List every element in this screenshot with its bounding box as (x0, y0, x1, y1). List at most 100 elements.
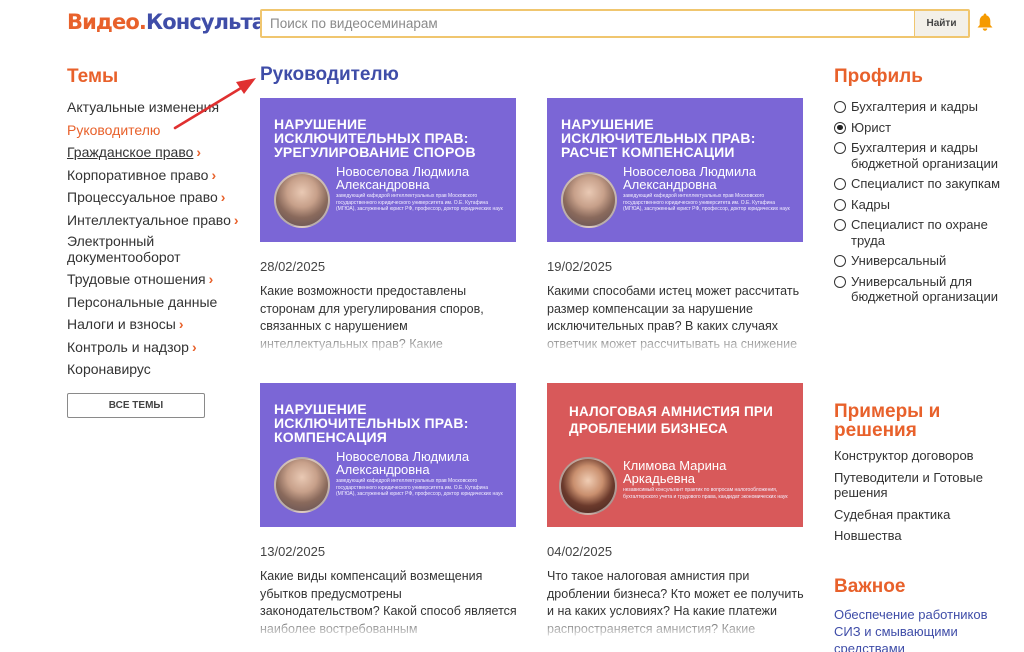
seminar-date: 28/02/2025 (260, 259, 326, 274)
topic-intellectual-law[interactable]: Интеллектуальное право › (67, 209, 257, 232)
section-title: Руководителю (260, 64, 399, 85)
radio-button[interactable] (834, 101, 846, 113)
seminar-description[interactable]: Какие возможности предоставлены сторонам… (260, 283, 518, 355)
topic-label: Интеллектуальное право (67, 211, 231, 228)
logo-part-video: Видео. (67, 10, 147, 34)
radio-button[interactable] (834, 198, 846, 211)
topic-label: Электронный документооборот (67, 233, 181, 265)
radio-button-checked[interactable] (834, 121, 846, 134)
topic-label: Трудовые отношения (67, 271, 206, 287)
seminar-description[interactable]: Что такое налоговая амнистия при дроблен… (547, 568, 805, 640)
radio-button[interactable] (834, 275, 846, 288)
radio-button[interactable] (834, 219, 846, 231)
topic-coronavirus[interactable]: Коронавирус (67, 358, 257, 381)
topic-label: Процессуальное право (67, 189, 218, 205)
speaker-photo (559, 457, 617, 515)
topic-label: Руководителю (67, 121, 161, 138)
profile-radio-group: Бухгалтерия и кадры Юрист Бухгалтерия и … (834, 97, 1004, 308)
topic-control[interactable]: Контроль и надзор › (67, 336, 257, 359)
speaker-name: Новоселова Людмила Александровна (336, 449, 470, 477)
speaker-name: Новоселова Людмила Александровна (623, 164, 757, 192)
profile-option[interactable]: Бухгалтерия и кадры (834, 97, 1004, 118)
profile-option[interactable]: Бухгалтерия и кадры бюджетной организаци… (834, 138, 1004, 174)
topic-label: Контроль и надзор (67, 338, 189, 355)
topic-labor-relations[interactable]: Трудовые отношения › (67, 268, 257, 291)
speaker-photo (274, 457, 330, 513)
seminar-date: 04/02/2025 (547, 544, 613, 559)
topic-edo[interactable]: Электронный документооборот (67, 231, 247, 268)
speaker-name: Климова Марина Аркадьевна (623, 458, 727, 486)
profile-option-label: Специалист по охране труда (851, 217, 988, 248)
topic-taxes[interactable]: Налоги и взносы › (67, 313, 257, 336)
examples-list: Конструктор договоров Путеводители и Гот… (834, 445, 1004, 547)
examples-title: Примеры и решения (834, 401, 941, 441)
seminar-card: Налоговая амнистия при дроблении бизнеса… (547, 383, 805, 640)
speaker-description: независимый консультант практик по вопро… (623, 487, 788, 500)
profile-option-label: Бухгалтерия и кадры (851, 99, 978, 114)
chevron-right-icon: › (220, 189, 226, 205)
profile-option-label: Юрист (851, 119, 892, 135)
seminar-description[interactable]: Какие виды компенсаций возмещения убытко… (260, 568, 518, 640)
seminar-banner[interactable]: Нарушение исключительных прав: урегулиро… (260, 98, 516, 242)
profile-option-label: Бухгалтерия и кадры бюджетной организаци… (851, 140, 998, 171)
example-link[interactable]: Конструктор договоров (834, 445, 1004, 467)
logo[interactable]: Видео.Консультант (67, 10, 291, 34)
header: Видео.Консультант Найти (0, 0, 1024, 46)
speaker-description: заведующий кафедрой интеллектуальных пра… (623, 193, 790, 212)
seminar-card: Нарушение исключительных прав: урегулиро… (260, 98, 518, 355)
speaker-description: заведующий кафедрой интеллектуальных пра… (336, 193, 503, 212)
important-link[interactable]: Обеспечение работников СИЗ и смывающими … (834, 606, 1009, 652)
themes-title: Темы (67, 66, 119, 87)
topic-personal-data[interactable]: Персональные данные (67, 291, 257, 314)
profile-option[interactable]: Универсальный (834, 251, 1004, 272)
chevron-right-icon: › (178, 316, 184, 332)
chevron-right-icon: › (191, 338, 197, 355)
topic-label: Персональные данные (67, 293, 218, 310)
topic-label: Гражданское право (67, 144, 194, 160)
banner-title: Нарушение исключительных прав: расчет ко… (561, 116, 756, 160)
example-link[interactable]: Путеводители и Готовые решения (834, 467, 1004, 504)
radio-button[interactable] (834, 142, 846, 154)
topic-procedural-law[interactable]: Процессуальное право › (67, 186, 257, 209)
search-input[interactable] (262, 11, 914, 36)
banner-title: Налоговая амнистия при дроблении бизнеса (569, 404, 773, 436)
important-list: Обеспечение работников СИЗ и смывающими … (834, 606, 1009, 652)
chevron-right-icon: › (208, 271, 214, 287)
seminar-banner[interactable]: Налоговая амнистия при дроблении бизнеса… (547, 383, 803, 527)
profile-option[interactable]: Универсальный для бюджетной организации (834, 272, 1004, 308)
banner-title: Нарушение исключительных прав: компенсац… (274, 401, 469, 445)
topic-label: Коронавирус (67, 361, 151, 377)
radio-button[interactable] (834, 178, 846, 190)
seminar-date: 13/02/2025 (260, 544, 326, 559)
speaker-photo (561, 172, 617, 228)
seminar-banner[interactable]: Нарушение исключительных прав: расчет ко… (547, 98, 803, 242)
profile-option[interactable]: Специалист по охране труда (834, 215, 1004, 251)
speaker-name: Новоселова Людмила Александровна (336, 164, 470, 192)
search-button[interactable]: Найти (914, 11, 968, 36)
profile-option[interactable]: Специалист по закупкам (834, 174, 1004, 195)
topic-civil-law[interactable]: Гражданское право › (67, 141, 257, 164)
profile-option-label: Универсальный (851, 253, 947, 268)
seminar-card: Нарушение исключительных прав: расчет ко… (547, 98, 805, 355)
seminar-description[interactable]: Какими способами истец может рассчитать … (547, 283, 805, 355)
seminar-card: Нарушение исключительных прав: компенсац… (260, 383, 518, 640)
search-box: Найти (260, 9, 970, 38)
important-title: Важное (834, 576, 906, 597)
profile-title: Профиль (834, 66, 923, 87)
topic-corporate-law[interactable]: Корпоративное право › (67, 164, 257, 187)
seminar-banner[interactable]: Нарушение исключительных прав: компенсац… (260, 383, 516, 527)
bell-icon[interactable] (976, 12, 994, 32)
chevron-right-icon: › (233, 211, 239, 228)
all-themes-button[interactable]: ВСЕ ТЕМЫ (67, 393, 205, 418)
profile-option-label: Кадры (851, 196, 890, 212)
chevron-right-icon: › (211, 166, 217, 183)
profile-option[interactable]: Юрист (834, 118, 1004, 139)
radio-button[interactable] (834, 255, 846, 267)
example-link[interactable]: Новшества (834, 525, 1004, 547)
speaker-photo (274, 172, 330, 228)
example-link[interactable]: Судебная практика (834, 504, 1004, 526)
speaker-description: заведующий кафедрой интеллектуальных пра… (336, 478, 503, 497)
topic-label: Корпоративное право (67, 166, 209, 183)
topic-label: Налоги и взносы (67, 316, 176, 332)
profile-option[interactable]: Кадры (834, 195, 1004, 216)
